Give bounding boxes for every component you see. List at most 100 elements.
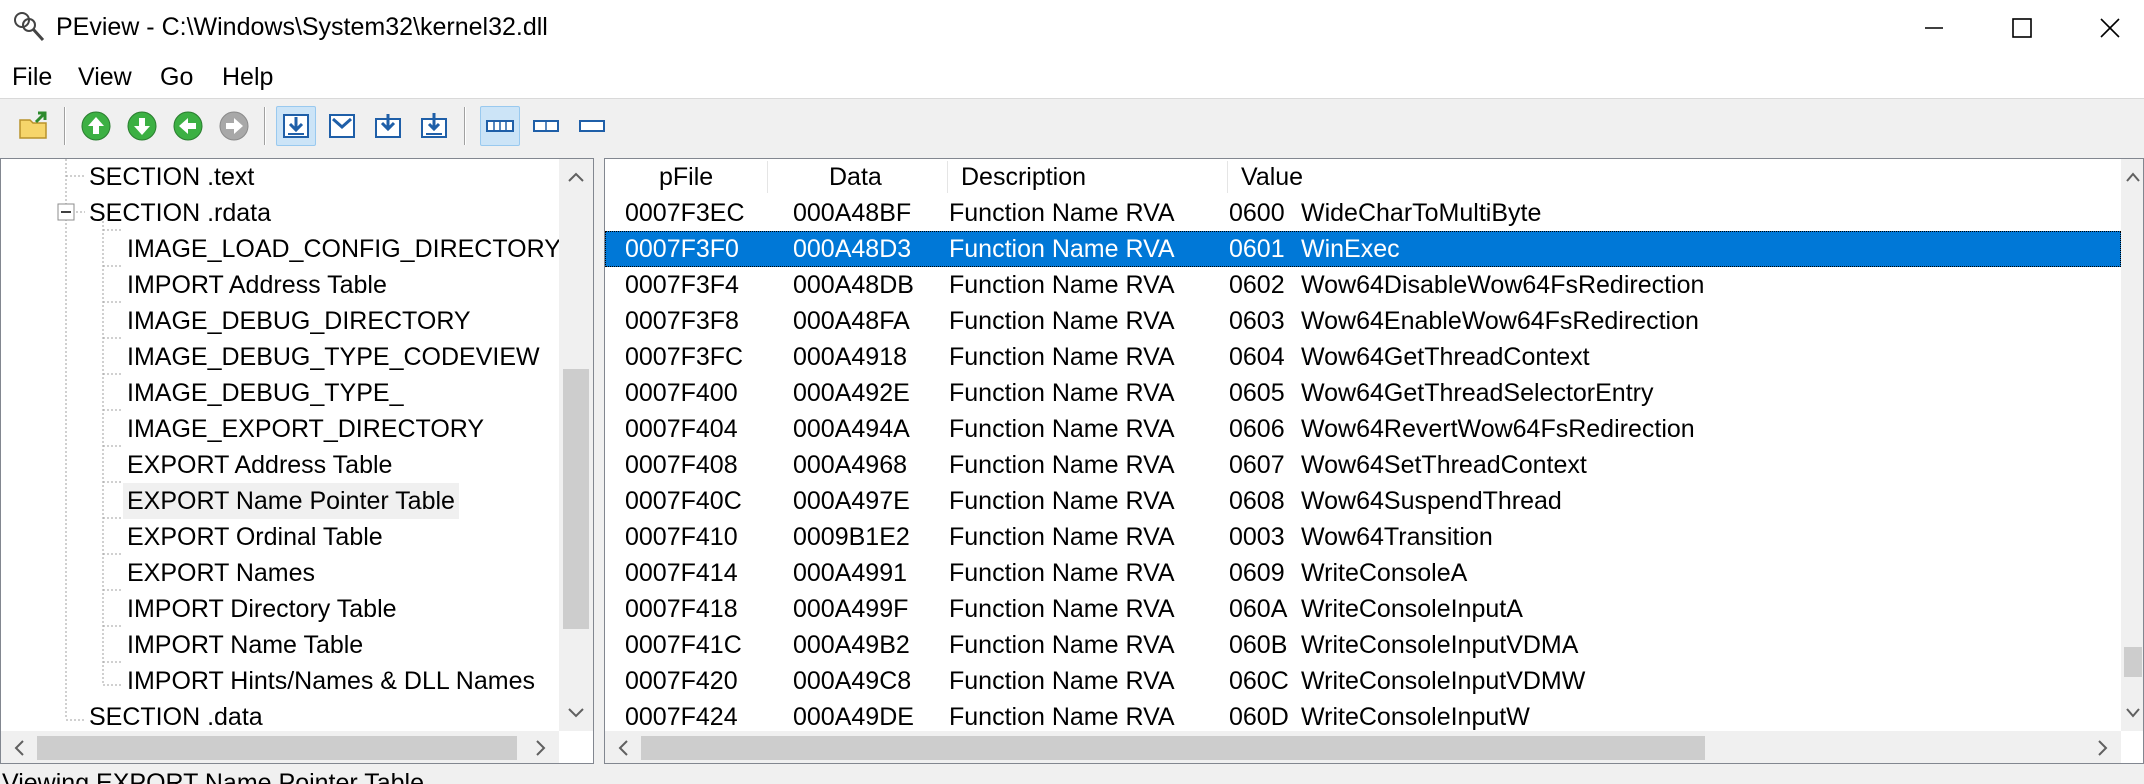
tree-item[interactable]: EXPORT Name Pointer Table bbox=[123, 483, 459, 519]
table-row[interactable]: 0007F3F4 000A48DB Function Name RVA 0602 Wow… bbox=[605, 267, 2121, 303]
scroll-down-arrow-icon[interactable] bbox=[559, 695, 593, 731]
table-row[interactable]: 0007F400 000A492E Function Name RVA 0605 Wow… bbox=[605, 375, 2121, 411]
layout-wide-icon[interactable] bbox=[480, 106, 520, 146]
tree-scroll-thumb[interactable] bbox=[563, 369, 589, 629]
tree-item[interactable]: EXPORT Ordinal Table bbox=[127, 519, 383, 555]
table-row[interactable]: 0007F41C 000A49B2 Function Name RVA 060B Wri… bbox=[605, 627, 2121, 663]
tree-item[interactable]: EXPORT Address Table bbox=[127, 447, 392, 483]
cell-data: 000A49B2 bbox=[793, 631, 910, 659]
toolbar bbox=[0, 98, 2144, 152]
details-list[interactable]: pFile Data Description Value 0007F3EC 000… bbox=[604, 158, 2144, 764]
tree-item[interactable]: IMPORT Address Table bbox=[127, 267, 387, 303]
cell-pfile: 0007F3F4 bbox=[625, 271, 739, 299]
forward-arrow-icon[interactable] bbox=[214, 106, 254, 146]
main-area: SECTION .text SECTION .rdata IMAGE_LOAD_CO… bbox=[0, 152, 2144, 766]
cell-data: 000A4918 bbox=[793, 343, 908, 371]
collapse-minus-icon bbox=[57, 203, 75, 221]
table-row[interactable]: 0007F420 000A49C8 Function Name RVA 060C Wri… bbox=[605, 663, 2121, 699]
cell-ordinal: 0602 bbox=[1229, 271, 1285, 299]
cell-function-name: WriteConsoleInputVDMW bbox=[1301, 667, 1586, 695]
view-header-icon[interactable] bbox=[322, 106, 362, 146]
table-row[interactable]: 0007F414 000A4991 Function Name RVA 0609 Wri… bbox=[605, 555, 2121, 591]
cell-ordinal: 060A bbox=[1229, 595, 1288, 623]
cell-function-name: WideCharToMultiByte bbox=[1301, 199, 1542, 227]
tree-item[interactable]: EXPORT Names bbox=[127, 555, 315, 591]
open-file-icon[interactable] bbox=[14, 106, 54, 146]
status-text: Viewing EXPORT Name Pointer Table bbox=[2, 769, 424, 784]
layout-split-icon[interactable] bbox=[526, 106, 566, 146]
layout-narrow-icon[interactable] bbox=[572, 106, 612, 146]
table-row[interactable]: 0007F410 0009B1E2 Function Name RVA 0003 Wow… bbox=[605, 519, 2121, 555]
cell-ordinal: 0003 bbox=[1229, 523, 1285, 551]
table-row[interactable]: 0007F3FC 000A4918 Function Name RVA 0604 Wow… bbox=[605, 339, 2121, 375]
table-row[interactable]: 0007F3EC 000A48BF Function Name RVA 0600 Wid… bbox=[605, 195, 2121, 231]
table-row[interactable]: 0007F40C 000A497E Function Name RVA 0608 Wow… bbox=[605, 483, 2121, 519]
cell-data: 000A494A bbox=[793, 415, 910, 443]
list-scroll-thumb[interactable] bbox=[2124, 647, 2142, 677]
column-divider[interactable] bbox=[947, 161, 948, 193]
table-row[interactable]: 0007F3F8 000A48FA Function Name RVA 0603 Wow… bbox=[605, 303, 2121, 339]
tree-hscroll-thumb[interactable] bbox=[37, 736, 517, 760]
table-row[interactable]: 0007F3F0 000A48D3 Function Name RVA 0601 Win… bbox=[605, 231, 2121, 267]
column-header-data[interactable]: Data bbox=[829, 159, 882, 195]
cell-pfile: 0007F410 bbox=[625, 523, 738, 551]
tree-view[interactable]: SECTION .text SECTION .rdata IMAGE_LOAD_CO… bbox=[0, 158, 594, 764]
column-header-pfile[interactable]: pFile bbox=[659, 159, 713, 195]
cell-pfile: 0007F404 bbox=[625, 415, 738, 443]
tree-item[interactable]: IMPORT Directory Table bbox=[127, 591, 397, 627]
view-raw-icon[interactable] bbox=[276, 106, 316, 146]
tree-item[interactable]: IMAGE_LOAD_CONFIG_DIRECTORY bbox=[127, 231, 561, 267]
view-section-icon[interactable] bbox=[368, 106, 408, 146]
cell-data: 000A497E bbox=[793, 487, 910, 515]
tree-vertical-scrollbar[interactable] bbox=[559, 159, 593, 731]
table-row[interactable]: 0007F418 000A499F Function Name RVA 060A Wri… bbox=[605, 591, 2121, 627]
up-arrow-icon[interactable] bbox=[76, 106, 116, 146]
table-row[interactable]: 0007F408 000A4968 Function Name RVA 0607 Wow… bbox=[605, 447, 2121, 483]
cell-ordinal: 0605 bbox=[1229, 379, 1285, 407]
maximize-button[interactable] bbox=[1976, 0, 2068, 56]
menu-view[interactable]: View bbox=[78, 60, 132, 94]
column-header-description[interactable]: Description bbox=[961, 159, 1086, 195]
tree-item[interactable]: IMAGE_EXPORT_DIRECTORY bbox=[127, 411, 484, 447]
scroll-up-arrow-icon[interactable] bbox=[2121, 159, 2143, 195]
menu-help[interactable]: Help bbox=[222, 60, 273, 94]
menu-go[interactable]: Go bbox=[160, 60, 193, 94]
list-horizontal-scrollbar[interactable] bbox=[605, 731, 2121, 763]
cell-description: Function Name RVA bbox=[949, 595, 1175, 623]
view-data-icon[interactable] bbox=[414, 106, 454, 146]
tree-item[interactable]: IMPORT Hints/Names & DLL Names bbox=[127, 663, 535, 699]
tree-horizontal-scrollbar[interactable] bbox=[1, 731, 559, 763]
scroll-down-arrow-icon[interactable] bbox=[2121, 695, 2143, 731]
scroll-left-arrow-icon[interactable] bbox=[1, 731, 37, 763]
scroll-right-arrow-icon[interactable] bbox=[2085, 731, 2121, 763]
cell-pfile: 0007F3F0 bbox=[625, 235, 739, 263]
menu-file[interactable]: File bbox=[12, 60, 52, 94]
tree-item[interactable]: IMAGE_DEBUG_DIRECTORY bbox=[127, 303, 471, 339]
scroll-right-arrow-icon[interactable] bbox=[523, 731, 559, 763]
close-button[interactable] bbox=[2064, 0, 2144, 56]
list-vertical-scrollbar[interactable] bbox=[2121, 159, 2143, 731]
list-hscroll-thumb[interactable] bbox=[641, 736, 1705, 760]
table-row[interactable]: 0007F424 000A49DE Function Name RVA 060D Wri… bbox=[605, 699, 2121, 735]
cell-description: Function Name RVA bbox=[949, 487, 1175, 515]
column-divider[interactable] bbox=[767, 161, 768, 193]
tree-item[interactable]: SECTION .text bbox=[89, 159, 254, 195]
tree-item[interactable]: SECTION .data bbox=[89, 699, 263, 735]
column-divider[interactable] bbox=[1227, 161, 1228, 193]
cell-ordinal: 060B bbox=[1229, 631, 1288, 659]
cell-ordinal: 060D bbox=[1229, 703, 1289, 731]
scroll-left-arrow-icon[interactable] bbox=[605, 731, 641, 763]
tree-item[interactable]: IMAGE_DEBUG_TYPE_CODEVIEW bbox=[127, 339, 540, 375]
table-row[interactable]: 0007F404 000A494A Function Name RVA 0606 Wow… bbox=[605, 411, 2121, 447]
cell-data: 000A48DB bbox=[793, 271, 914, 299]
tree-item[interactable]: IMAGE_DEBUG_TYPE_ bbox=[127, 375, 403, 411]
cell-pfile: 0007F408 bbox=[625, 451, 738, 479]
tree-item[interactable]: SECTION .rdata bbox=[89, 195, 271, 231]
minimize-button[interactable] bbox=[1888, 0, 1980, 56]
tree-item[interactable]: IMPORT Name Table bbox=[127, 627, 363, 663]
back-arrow-icon[interactable] bbox=[168, 106, 208, 146]
cell-pfile: 0007F424 bbox=[625, 703, 738, 731]
scroll-up-arrow-icon[interactable] bbox=[559, 159, 593, 195]
column-header-value[interactable]: Value bbox=[1241, 159, 1303, 195]
down-arrow-icon[interactable] bbox=[122, 106, 162, 146]
